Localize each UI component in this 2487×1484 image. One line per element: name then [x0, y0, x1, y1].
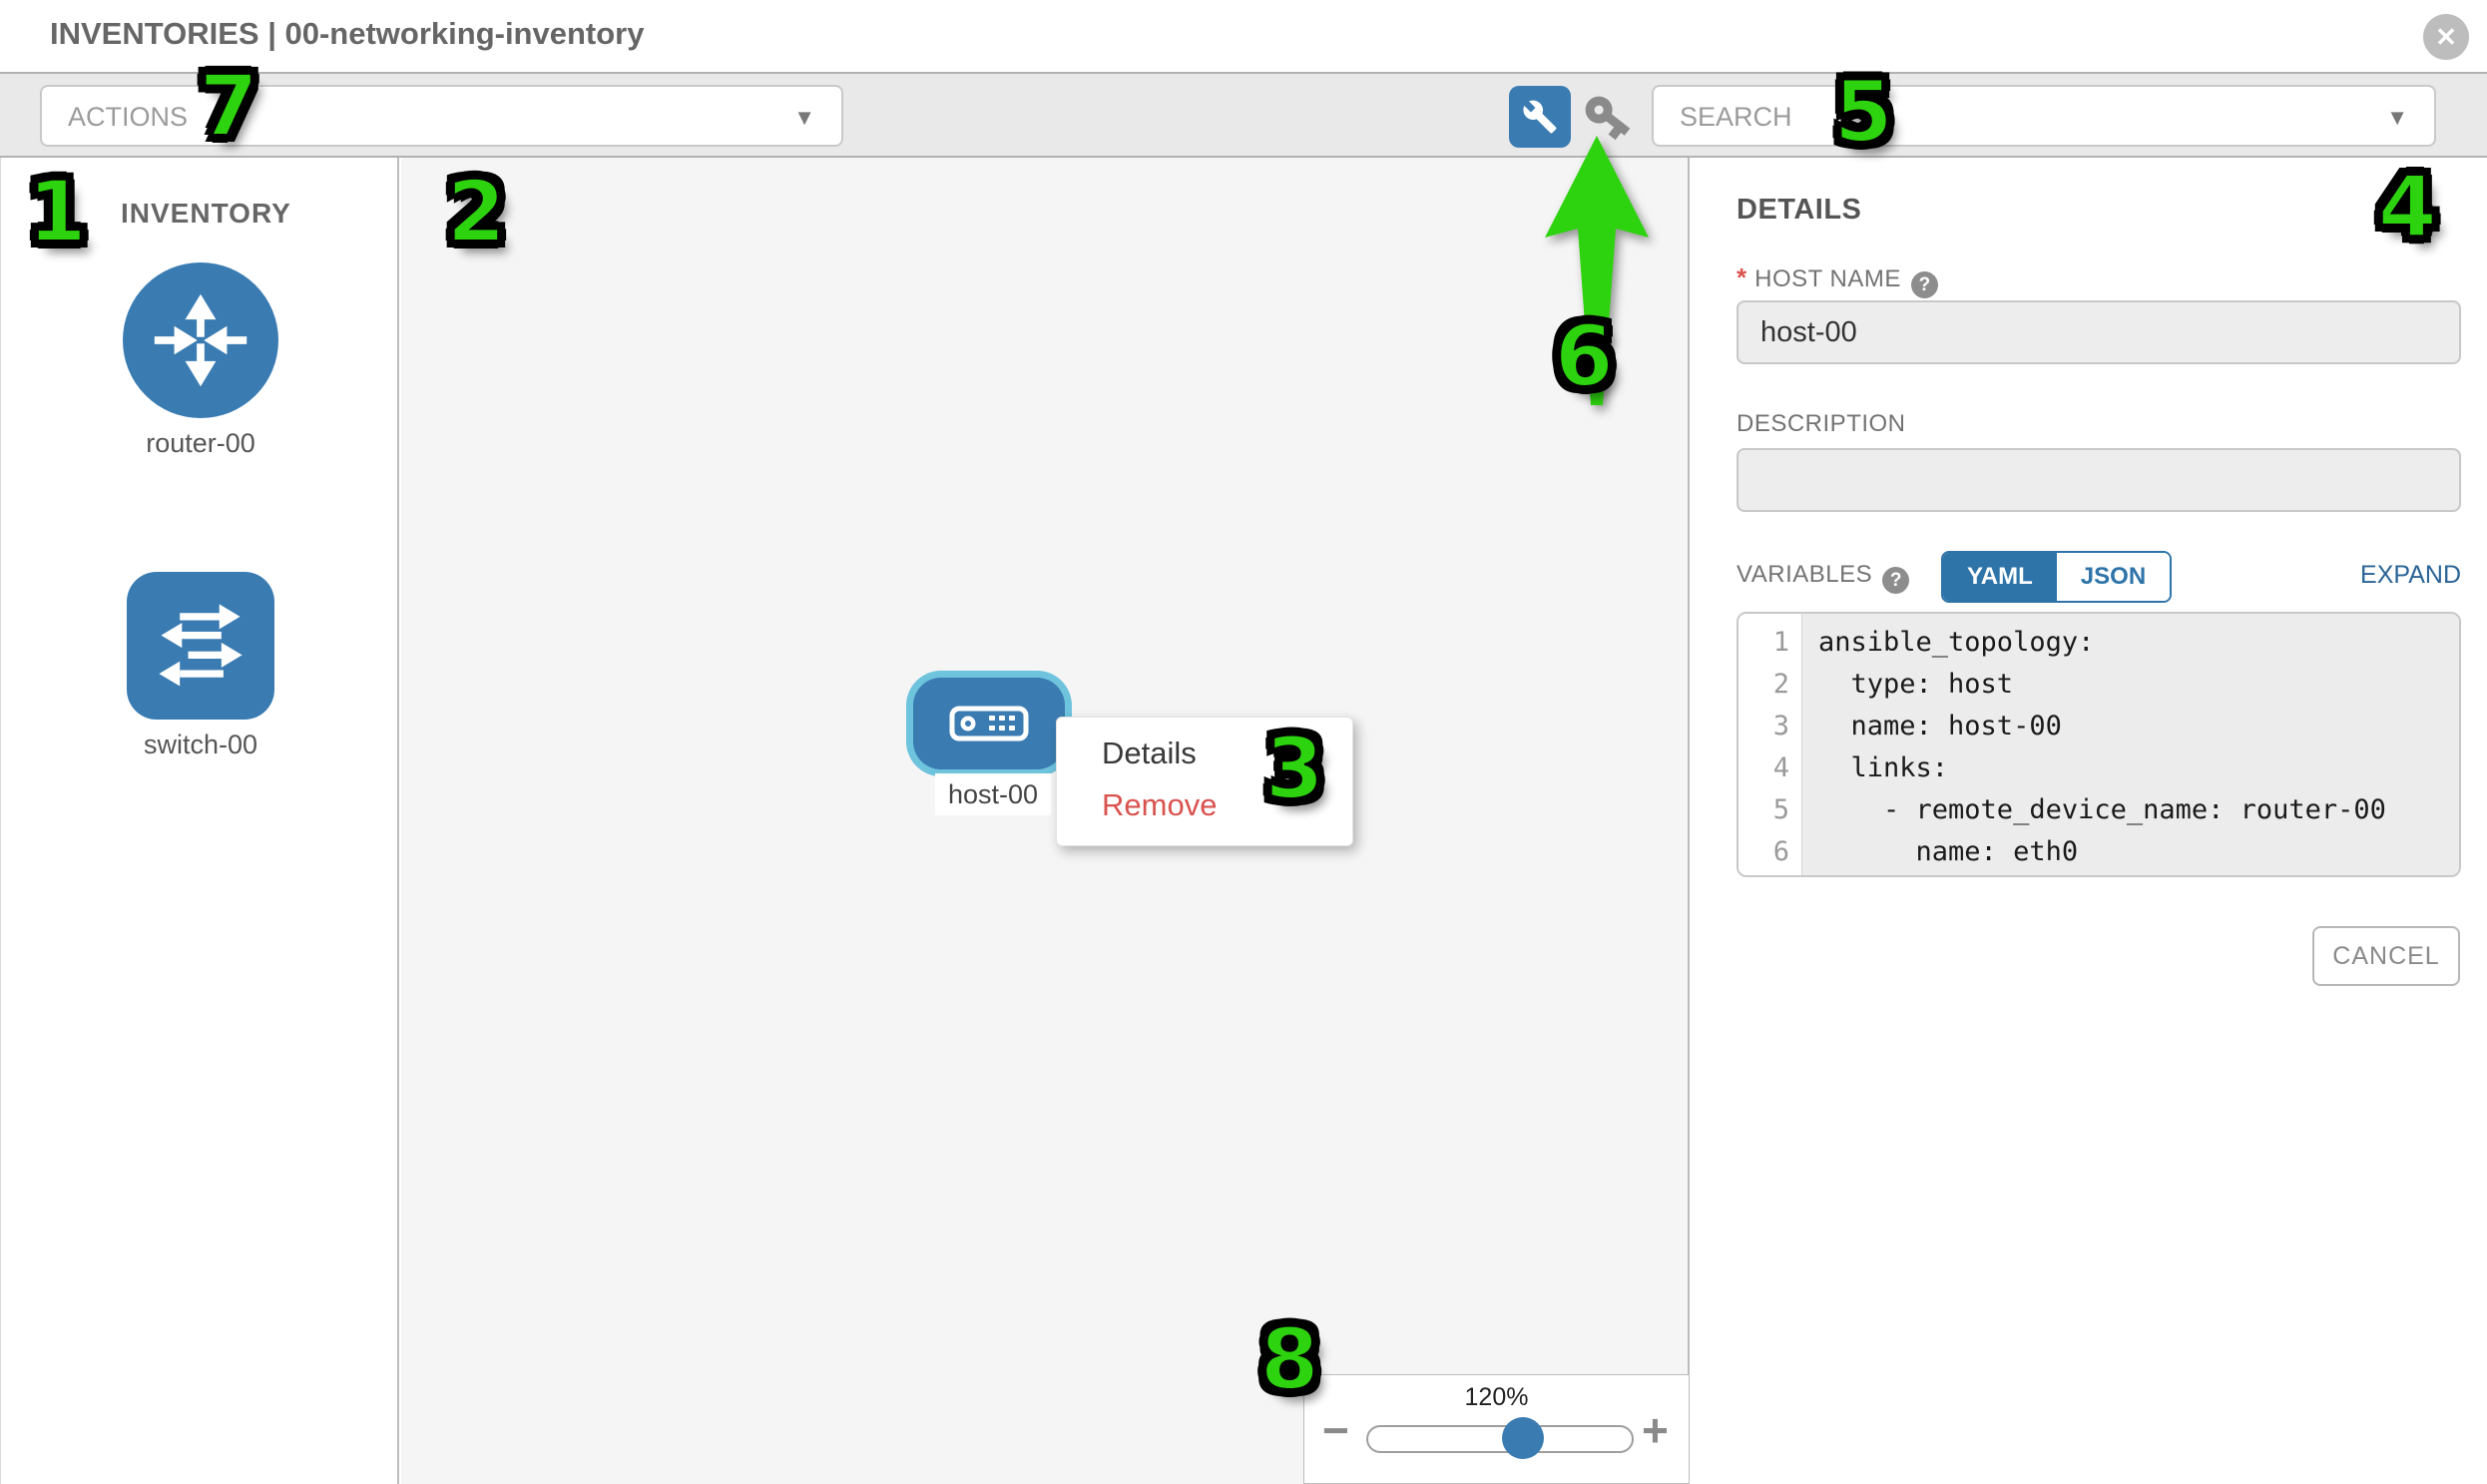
code-line: ansible_topology: — [1818, 622, 2459, 664]
wrench-icon — [1522, 99, 1558, 135]
sidebar-title: INVENTORY — [121, 198, 291, 230]
toolbar: ACTIONS ▼ SEARCH ▼ — [0, 72, 2487, 158]
hostname-label-row: * HOST NAME? — [1737, 262, 1938, 298]
cancel-button[interactable]: CANCEL — [2312, 926, 2460, 986]
zoom-percentage: 120% — [1304, 1383, 1689, 1412]
inventory-sidebar: INVENTORY router-00 — [0, 158, 399, 1484]
help-icon[interactable]: ? — [1882, 567, 1909, 594]
line-number: 5 — [1739, 789, 1801, 831]
description-label: DESCRIPTION — [1737, 410, 1906, 438]
format-toggle: YAML JSON — [1941, 551, 2172, 603]
topology-canvas[interactable]: host-00 Details Remove 120% − + — [401, 158, 1690, 1484]
line-number: 3 — [1739, 706, 1801, 747]
actions-dropdown-label: ACTIONS — [68, 102, 188, 133]
annotation-6: 6 — [1555, 314, 1613, 398]
details-panel: DETAILS * HOST NAME? DESCRIPTION VARIABLE… — [1692, 158, 2487, 1484]
line-number: 1 — [1739, 622, 1801, 664]
annotation-4: 4 — [2378, 165, 2436, 248]
annotation-5: 5 — [1834, 70, 1892, 154]
code-line: links: — [1818, 747, 2459, 789]
help-icon[interactable]: ? — [1911, 271, 1938, 298]
hostname-label: HOST NAME — [1754, 265, 1901, 292]
zoom-slider-thumb[interactable] — [1502, 1417, 1544, 1459]
close-button[interactable]: ✕ — [2423, 14, 2469, 60]
code-gutter: 1 2 3 4 5 6 7 — [1739, 614, 1802, 875]
description-input[interactable] — [1737, 448, 2461, 512]
router-icon — [123, 262, 278, 418]
code-line: - remote_device_name: router-00 — [1818, 789, 2459, 831]
host-node[interactable] — [913, 678, 1065, 769]
server-icon — [949, 704, 1029, 743]
variables-label: VARIABLES — [1737, 561, 1872, 588]
required-asterisk: * — [1737, 262, 1746, 292]
details-panel-title: DETAILS — [1737, 194, 1861, 227]
palette-item-label: router-00 — [121, 428, 280, 459]
context-menu-item-remove[interactable]: Remove — [1102, 787, 1217, 823]
line-number: 7 — [1739, 873, 1801, 877]
variables-row: VARIABLES? YAML JSON EXPAND — [1737, 551, 2461, 603]
host-node-label: host-00 — [935, 773, 1051, 815]
actions-dropdown[interactable]: ACTIONS ▼ — [40, 85, 843, 147]
expand-link[interactable]: EXPAND — [2360, 561, 2461, 590]
zoom-out-button[interactable]: − — [1322, 1403, 1349, 1457]
hostname-input[interactable] — [1737, 300, 2461, 364]
zoom-in-button[interactable]: + — [1642, 1403, 1669, 1457]
app-header: INVENTORIES | 00-networking-inventory ✕ — [0, 0, 2487, 72]
close-icon: ✕ — [2435, 22, 2457, 52]
code-body: ansible_topology: type: host name: host-… — [1802, 614, 2459, 875]
code-line: name: eth0 — [1818, 831, 2459, 873]
annotation-2: 2 — [447, 170, 505, 253]
search-dropdown[interactable]: SEARCH ▼ — [1652, 85, 2436, 147]
context-menu-item-details[interactable]: Details — [1102, 736, 1197, 771]
annotation-1: 1 — [28, 170, 86, 253]
code-line: remote_interface_name: eth0 — [1818, 873, 2459, 877]
chevron-down-icon: ▼ — [793, 105, 815, 131]
code-line: name: host-00 — [1818, 706, 2459, 747]
page-title: INVENTORIES | 00-networking-inventory — [50, 16, 644, 52]
code-line: type: host — [1818, 664, 2459, 706]
chevron-down-icon: ▼ — [2386, 105, 2408, 131]
zoom-control: 120% − + — [1303, 1374, 1690, 1484]
line-number: 2 — [1739, 664, 1801, 706]
palette-item-label: switch-00 — [121, 730, 280, 760]
toggle-json-button[interactable]: JSON — [2057, 553, 2170, 601]
annotation-7: 7 — [200, 64, 257, 148]
zoom-slider-track[interactable] — [1366, 1425, 1634, 1453]
annotation-3: 3 — [1265, 727, 1323, 810]
line-number: 6 — [1739, 831, 1801, 873]
switch-icon — [127, 572, 274, 720]
annotation-8: 8 — [1260, 1317, 1318, 1401]
variables-code-editor[interactable]: 1 2 3 4 5 6 7 ansible_topology: type: ho… — [1737, 612, 2461, 877]
palette-item-router[interactable]: router-00 — [121, 262, 280, 459]
toggle-yaml-button[interactable]: YAML — [1943, 553, 2057, 601]
line-number: 4 — [1739, 747, 1801, 789]
palette-item-switch[interactable]: switch-00 — [121, 572, 280, 760]
search-dropdown-label: SEARCH — [1680, 102, 1792, 133]
